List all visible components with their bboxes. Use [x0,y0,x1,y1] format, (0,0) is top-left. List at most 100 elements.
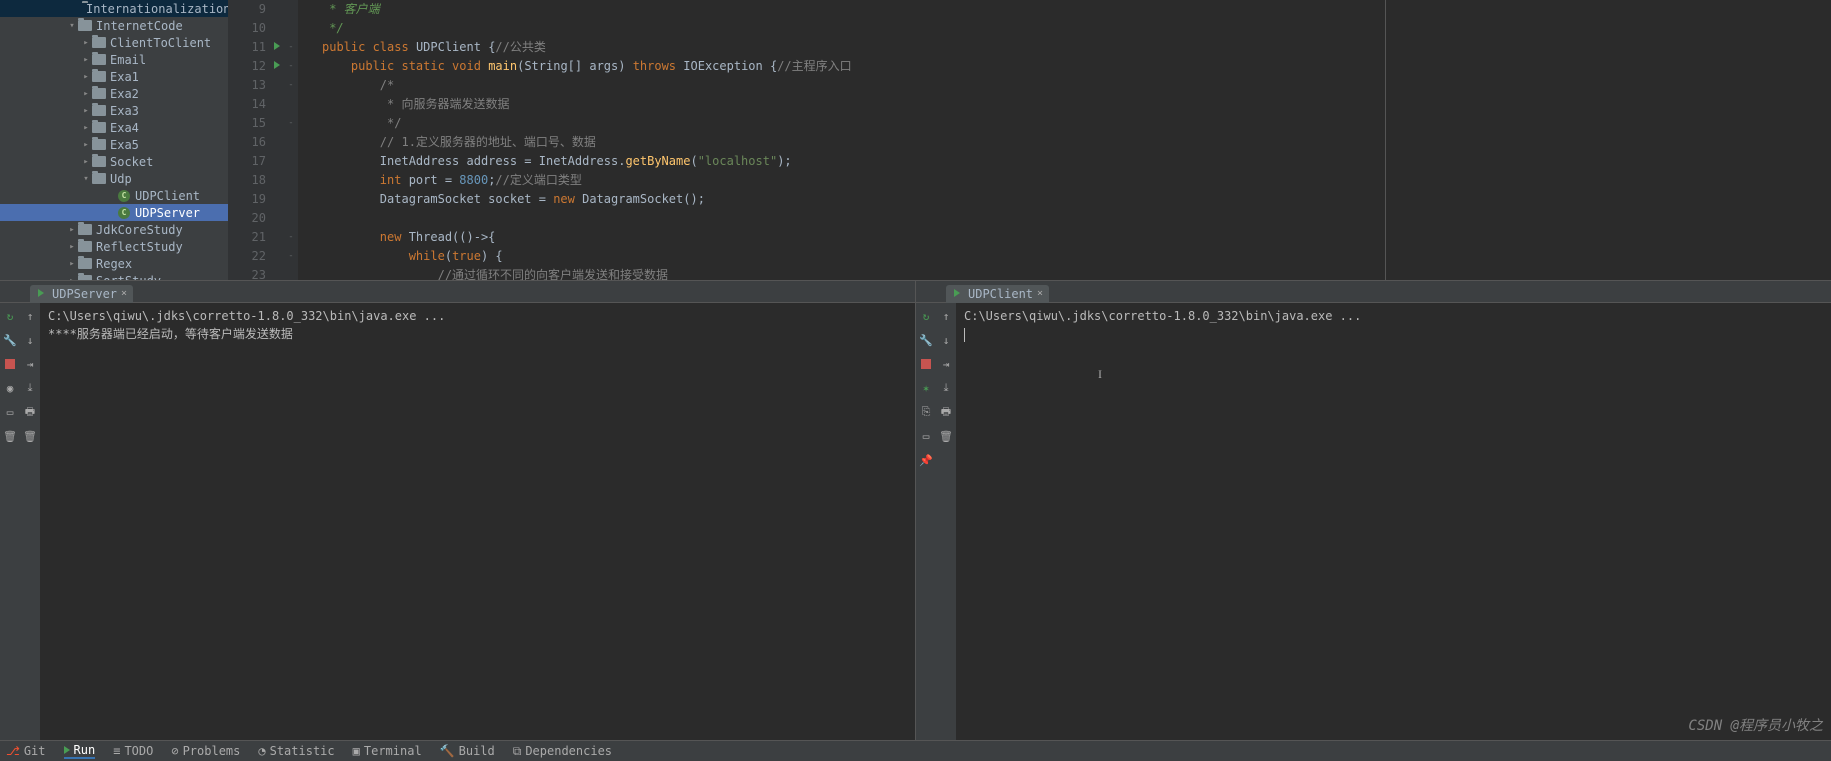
wrench-icon[interactable]: 🔧 [919,333,933,347]
tree-item-udpserver[interactable]: UDPServer [0,204,228,221]
camera-icon[interactable]: ◉ [3,381,17,395]
trash-icon[interactable]: 🗑 [3,429,17,443]
print-icon[interactable]: 🖶 [939,405,953,419]
chevron-right-icon[interactable] [82,157,90,167]
softwrap-icon[interactable]: ⇥ [939,357,953,371]
fold-toggle[interactable]: - [284,228,298,247]
fold-toggle[interactable]: - [284,57,298,76]
code-line[interactable]: int port = 8800;//定义端口类型 [322,171,1385,190]
tree-item-jdkcorestudy[interactable]: JdkCoreStudy [0,221,228,238]
code-line[interactable]: public static void main(String[] args) t… [322,57,1385,76]
scroll-end-icon[interactable]: ⤓ [23,381,37,395]
close-icon[interactable]: × [1037,288,1043,299]
chevron-down-icon[interactable] [82,174,90,184]
run-tab-udpclient[interactable]: UDPClient × [946,285,1049,303]
stop-icon[interactable] [919,357,933,371]
console-output[interactable]: C:\Users\qiwu\.jdks\corretto-1.8.0_332\b… [956,303,1831,740]
chevron-right-icon[interactable] [82,72,90,82]
chevron-right-icon[interactable] [82,140,90,150]
print-icon[interactable]: 🖶 [23,405,37,419]
stop-icon[interactable] [3,357,17,371]
fold-toggle[interactable]: - [284,114,298,133]
up-icon[interactable]: ↑ [939,309,953,323]
tree-item-exa1[interactable]: Exa1 [0,68,228,85]
line-number: 12 [228,57,266,76]
tree-item-udp[interactable]: Udp [0,170,228,187]
clear-icon[interactable]: 🗑 [939,429,953,443]
vcs-git[interactable]: ⎇Git [6,744,46,758]
line-number: 22 [228,247,266,266]
chevron-right-icon[interactable] [82,89,90,99]
fold-toggle [284,152,298,171]
fold-toggle[interactable]: - [284,247,298,266]
rerun-icon[interactable]: ↻ [919,309,933,323]
tree-item-exa5[interactable]: Exa5 [0,136,228,153]
chevron-right-icon[interactable] [82,55,90,65]
code-line[interactable]: * 向服务器端发送数据 [322,95,1385,114]
tree-item-udpclient[interactable]: UDPClient [0,187,228,204]
chevron-right-icon[interactable] [68,225,76,235]
code-line[interactable]: InetAddress address = InetAddress.getByN… [322,152,1385,171]
chevron-right-icon[interactable] [82,38,90,48]
down-icon[interactable]: ↓ [939,333,953,347]
up-icon[interactable]: ↑ [23,309,37,323]
tool-terminal[interactable]: ▣Terminal [353,744,422,758]
chevron-right-icon[interactable] [68,259,76,269]
fold-column[interactable]: ------ [284,0,298,280]
pin-icon[interactable]: 📌 [919,453,933,467]
code-line[interactable]: // 1.定义服务器的地址、端口号、数据 [322,133,1385,152]
tree-item-sortstudy[interactable]: SortStudy [0,272,228,280]
fold-toggle[interactable]: - [284,38,298,57]
code-line[interactable]: new Thread(()->{ [322,228,1385,247]
fold-toggle[interactable]: - [284,76,298,95]
tree-item-regex[interactable]: Regex [0,255,228,272]
tree-item-exa3[interactable]: Exa3 [0,102,228,119]
tool-statistic[interactable]: ◔Statistic [258,744,334,758]
tree-item-email[interactable]: Email [0,51,228,68]
run-gutter-icon[interactable] [274,42,280,50]
exit-icon[interactable]: ⎘ [919,405,933,419]
code-line[interactable]: /* [322,76,1385,95]
softwrap-icon[interactable]: ⇥ [23,357,37,371]
tree-item-exa2[interactable]: Exa2 [0,85,228,102]
chevron-right-icon[interactable] [68,242,76,252]
run-panel-left: UDPServer × ↻ 🔧 ◉ ▭ 🗑 ↑ ↓ ⇥ ⤓ 🖶 🗑 C:\Use [0,281,916,740]
code-line[interactable]: * 客户端 [322,0,1385,19]
layout-icon[interactable]: ▭ [919,429,933,443]
chevron-right-icon[interactable] [82,106,90,116]
tree-item-internationalization[interactable]: Internationalization [0,0,228,17]
tool-todo[interactable]: ≡TODO [113,744,153,758]
code-line[interactable]: DatagramSocket socket = new DatagramSock… [322,190,1385,209]
tree-item-socket[interactable]: Socket [0,153,228,170]
tree-item-reflectstudy[interactable]: ReflectStudy [0,238,228,255]
code-line[interactable] [322,209,1385,228]
chevron-down-icon[interactable] [68,21,76,31]
tree-item-clienttoclient[interactable]: ClientToClient [0,34,228,51]
tool-problems[interactable]: ⊘Problems [171,744,240,758]
layout-icon[interactable]: ▭ [3,405,17,419]
close-icon[interactable]: × [121,288,127,299]
down-icon[interactable]: ↓ [23,333,37,347]
tree-item-internetcode[interactable]: InternetCode [0,17,228,34]
code-editor[interactable]: 91011121314151617181920212223 ------ * 客… [228,0,1831,280]
tool-build[interactable]: 🔨Build [440,744,495,758]
code-area[interactable]: * 客户端 */public class UDPClient {//公共类 pu… [298,0,1386,280]
chevron-right-icon[interactable] [82,123,90,133]
code-line[interactable]: */ [322,114,1385,133]
code-line[interactable]: while(true) { [322,247,1385,266]
rerun-icon[interactable]: ↻ [3,309,17,323]
code-line[interactable]: */ [322,19,1385,38]
dump-icon[interactable]: ✶ [919,381,933,395]
run-tab-udpserver[interactable]: UDPServer × [30,285,133,303]
scroll-end-icon[interactable]: ⤓ [939,381,953,395]
line-number: 21 [228,228,266,247]
tool-run[interactable]: Run [64,743,96,759]
clear-icon[interactable]: 🗑 [23,429,37,443]
code-line[interactable]: public class UDPClient {//公共类 [322,38,1385,57]
console-output[interactable]: C:\Users\qiwu\.jdks\corretto-1.8.0_332\b… [40,303,915,740]
tree-item-exa4[interactable]: Exa4 [0,119,228,136]
run-gutter-icon[interactable] [274,61,280,69]
project-tree[interactable]: InternationalizationInternetCodeClientTo… [0,0,228,280]
tool-dependencies[interactable]: ⧉Dependencies [513,744,612,759]
wrench-icon[interactable]: 🔧 [3,333,17,347]
